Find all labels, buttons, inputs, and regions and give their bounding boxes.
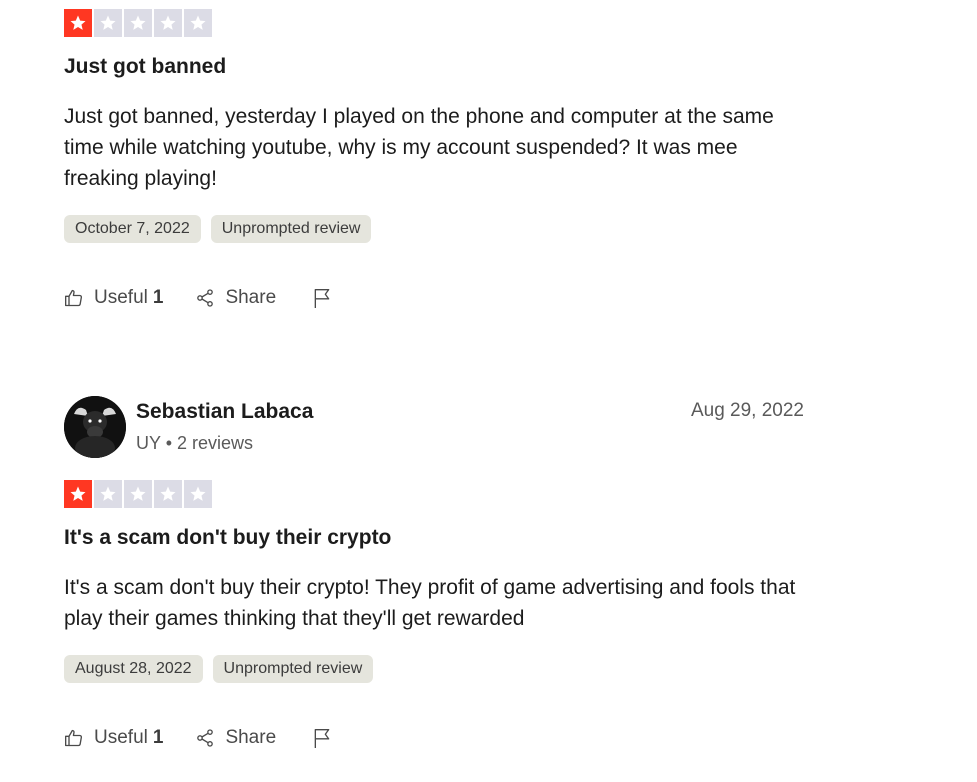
star-rating: [64, 9, 804, 37]
useful-count: 1: [152, 727, 164, 748]
review-tags: August 28, 2022 Unprompted review: [64, 655, 804, 683]
flag-icon: [314, 729, 330, 748]
share-label: Share: [225, 287, 277, 308]
bull-avatar: [64, 396, 126, 458]
review-type-tag[interactable]: Unprompted review: [210, 215, 372, 243]
reviewer-review-count: 2 reviews: [177, 433, 254, 453]
reviewer-meta: UY • 2 reviews: [136, 433, 254, 453]
thumbs-up-icon: [65, 729, 83, 747]
report-button[interactable]: [312, 287, 332, 309]
reviews-page: Just got banned Just got banned, yesterd…: [0, 0, 977, 782]
review-date: Aug 29, 2022: [690, 400, 804, 421]
avatar[interactable]: [64, 396, 126, 458]
star-icon: [154, 480, 182, 508]
star-icon: [184, 9, 212, 37]
review-type-tag[interactable]: Unprompted review: [212, 655, 374, 683]
star-icon: [64, 9, 92, 37]
review-title[interactable]: It's a scam don't buy their crypto: [64, 525, 804, 551]
star-icon: [94, 480, 122, 508]
review-card: Just got banned Just got banned, yesterd…: [64, 9, 804, 313]
star-icon: [154, 9, 182, 37]
review-card: Sebastian Labaca UY • 2 reviews Aug 29, …: [64, 396, 804, 753]
review-title[interactable]: Just got banned: [64, 54, 804, 80]
share-label: Share: [225, 727, 277, 748]
star-icon: [124, 9, 152, 37]
star-icon: [184, 480, 212, 508]
star-icon: [124, 480, 152, 508]
date-tag: August 28, 2022: [64, 655, 203, 683]
thumbs-up-icon: [65, 289, 83, 307]
share-button[interactable]: Share: [195, 287, 276, 309]
useful-label: Useful: [94, 727, 148, 748]
useful-button[interactable]: Useful 1: [64, 727, 163, 749]
reviewer-name[interactable]: Sebastian Labaca: [136, 400, 313, 424]
share-icon: [197, 289, 214, 307]
useful-count: 1: [152, 287, 164, 308]
useful-button[interactable]: Useful 1: [64, 287, 163, 309]
review-actions: Useful 1 Share: [64, 723, 804, 753]
report-button[interactable]: [312, 727, 332, 749]
share-icon: [197, 729, 214, 747]
star-icon: [64, 480, 92, 508]
review-body: Just got banned, yesterday I played on t…: [64, 105, 774, 190]
flag-icon: [314, 289, 330, 308]
review-tags: October 7, 2022 Unprompted review: [64, 215, 804, 243]
review-actions: Useful 1 Share: [64, 283, 804, 313]
share-button[interactable]: Share: [195, 727, 276, 749]
useful-label: Useful: [94, 287, 148, 308]
reviewer-header: Sebastian Labaca UY • 2 reviews Aug 29, …: [64, 396, 804, 458]
reviewer-country: UY: [136, 433, 161, 453]
star-rating: [64, 480, 804, 508]
review-body: It's a scam don't buy their crypto! They…: [64, 576, 796, 630]
star-icon: [94, 9, 122, 37]
date-tag: October 7, 2022: [64, 215, 201, 243]
